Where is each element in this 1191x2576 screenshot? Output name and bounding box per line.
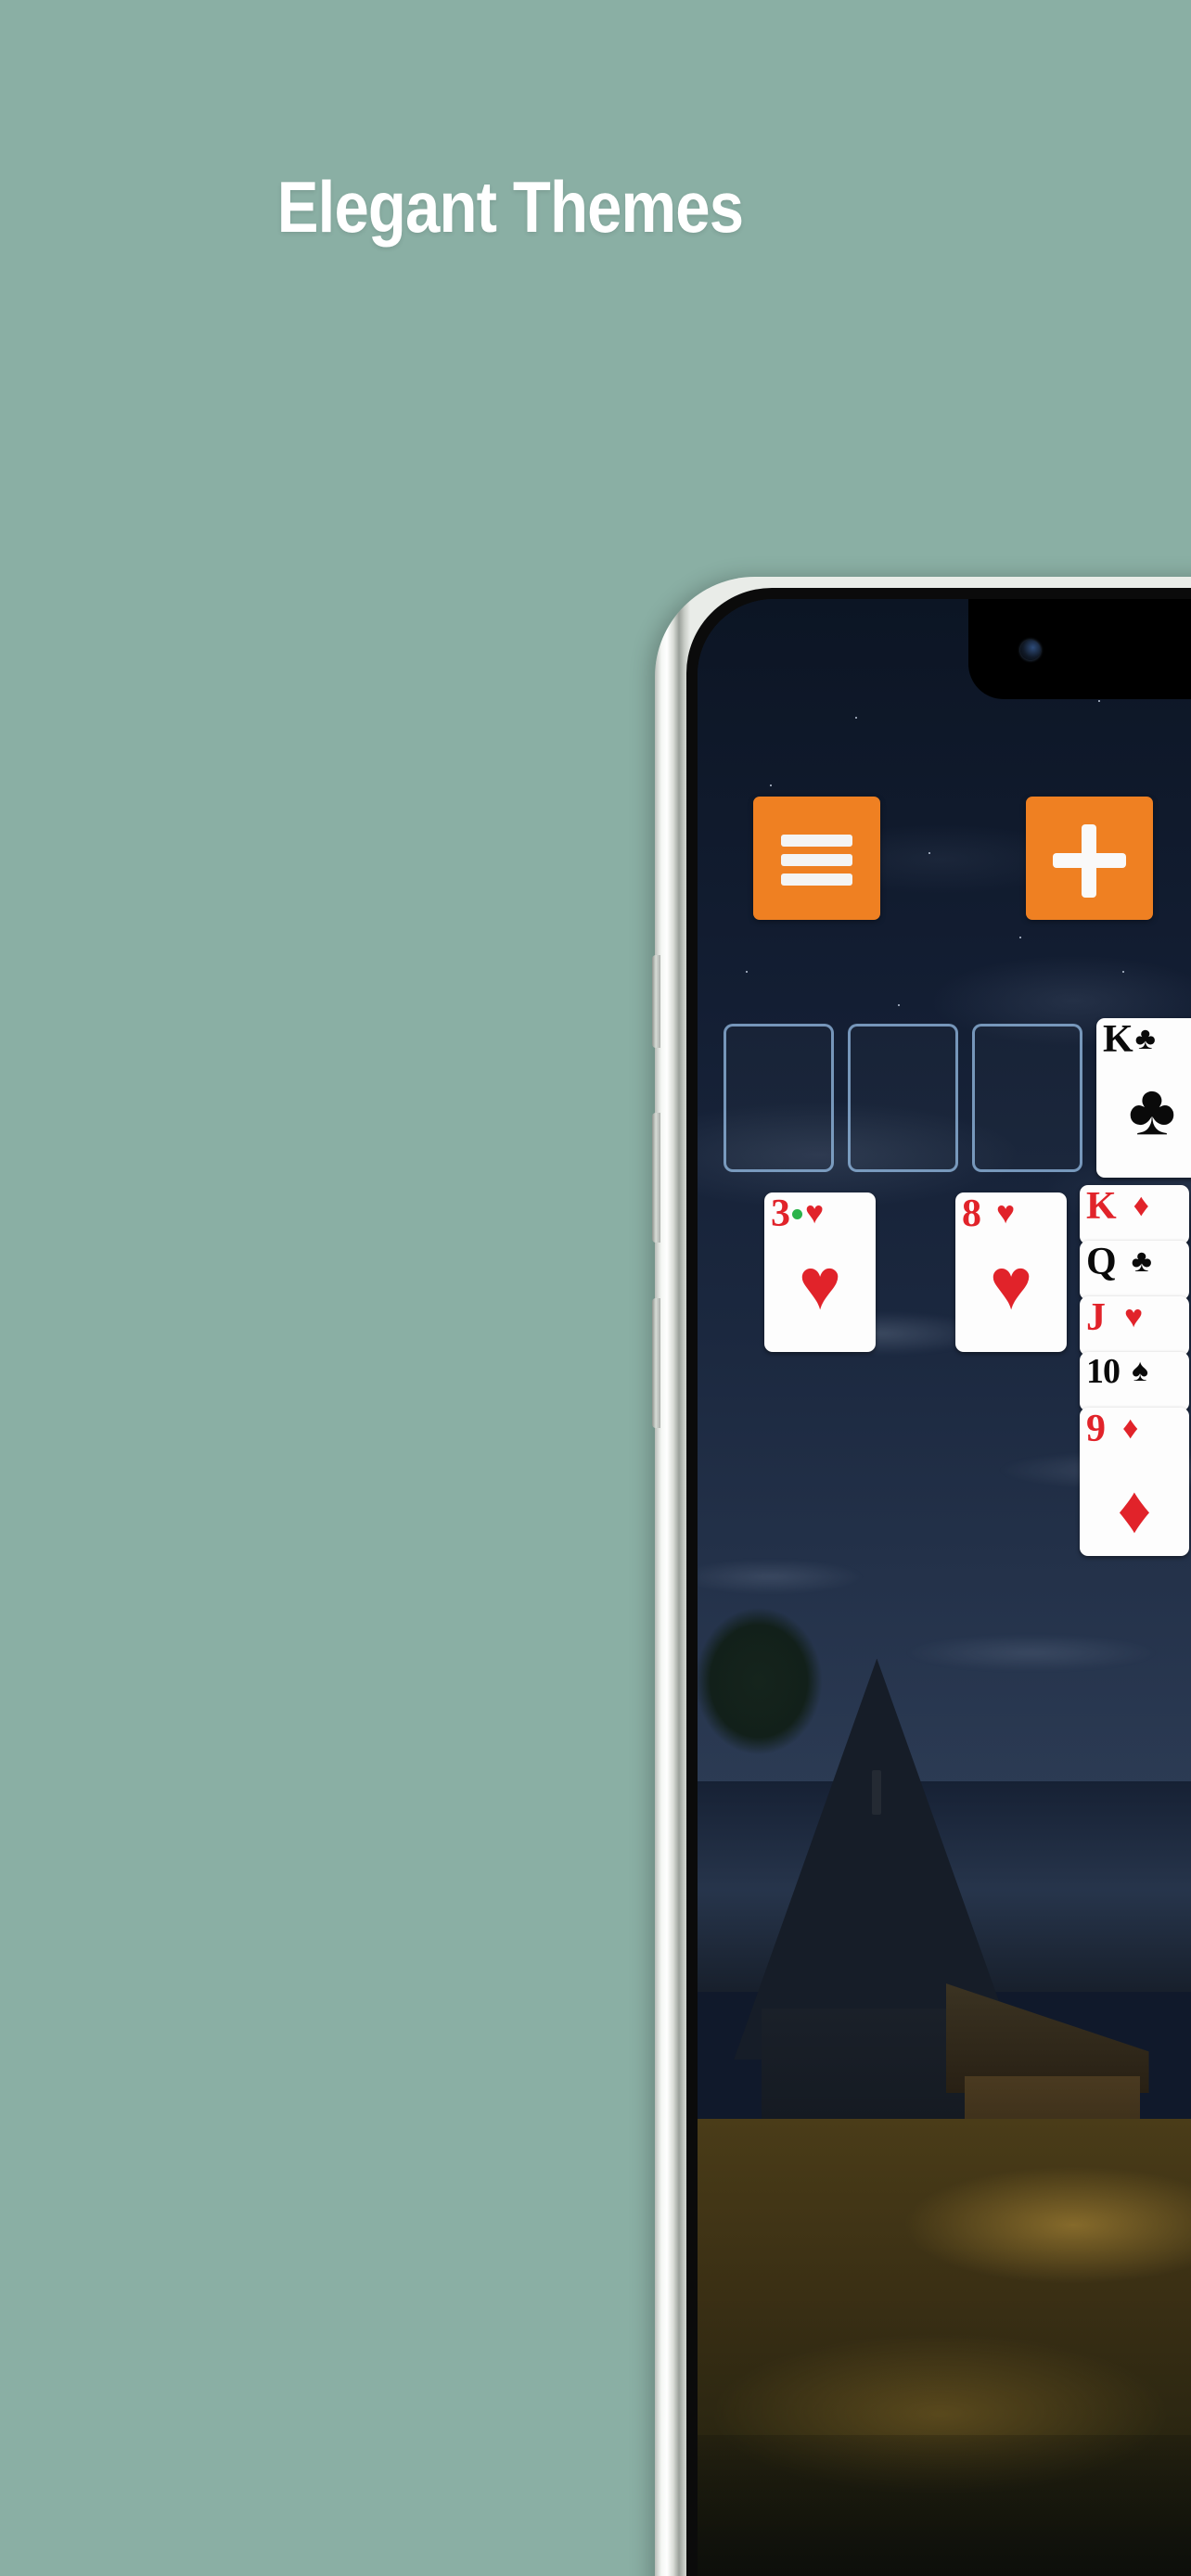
- card-corner-label: J ♥: [1086, 1296, 1144, 1339]
- card-corner-label: 8 ♥: [962, 1192, 1016, 1235]
- card-center-pip: ♣: [1128, 1068, 1176, 1151]
- phone-bezel: K ♣ ♣ 3 ♥ ♥ 8 ♥ ♥ K ♦ Q ♣ J ♥ 10 ♠ 9 ♦ ♦: [686, 588, 1191, 2576]
- menu-button[interactable]: [753, 797, 880, 920]
- hamburger-menu-icon-bar: [781, 854, 852, 866]
- phone-screen: K ♣ ♣ 3 ♥ ♥ 8 ♥ ♥ K ♦ Q ♣ J ♥ 10 ♠ 9 ♦ ♦: [698, 599, 1191, 2576]
- tableau-card-10-spades[interactable]: 10 ♠: [1080, 1352, 1189, 1411]
- grass-shadow: [698, 2435, 1191, 2576]
- card-corner-label: K ♦: [1086, 1185, 1150, 1228]
- hamburger-menu-icon: [781, 835, 852, 847]
- hint-dot-icon: [792, 1208, 802, 1219]
- phone-device-mockup: K ♣ ♣ 3 ♥ ♥ 8 ♥ ♥ K ♦ Q ♣ J ♥ 10 ♠ 9 ♦ ♦: [652, 577, 1191, 2576]
- add-button[interactable]: [1026, 797, 1153, 920]
- foundation-slot-3[interactable]: [972, 1024, 1082, 1172]
- card-corner-label: K ♣: [1103, 1018, 1156, 1061]
- foundation-card-king-clubs[interactable]: K ♣ ♣: [1096, 1018, 1191, 1178]
- front-camera-icon: [1020, 640, 1041, 660]
- card-center-pip: ♦: [1117, 1473, 1152, 1548]
- tableau-card-queen-clubs[interactable]: Q ♣: [1080, 1241, 1189, 1300]
- tableau-card-8-hearts[interactable]: 8 ♥ ♥: [955, 1192, 1067, 1352]
- tableau-card-king-diamonds[interactable]: K ♦: [1080, 1185, 1189, 1244]
- card-corner-label: 3 ♥: [771, 1192, 825, 1235]
- silent-switch[interactable]: [652, 955, 660, 1048]
- plus-icon-bar: [1082, 824, 1096, 898]
- card-corner-label: 9 ♦: [1086, 1408, 1139, 1450]
- page-title: Elegant Themes: [276, 166, 744, 248]
- volume-up-button[interactable]: [652, 1113, 660, 1243]
- tableau-card-jack-hearts[interactable]: J ♥: [1080, 1296, 1189, 1356]
- card-center-pip: ♥: [798, 1243, 842, 1325]
- tableau-card-3-hearts[interactable]: 3 ♥ ♥: [764, 1192, 876, 1352]
- phone-notch: [968, 599, 1191, 699]
- foundation-slot-2[interactable]: [848, 1024, 958, 1172]
- card-corner-label: Q ♣: [1086, 1241, 1152, 1283]
- volume-down-button[interactable]: [652, 1298, 660, 1428]
- card-center-pip: ♥: [989, 1243, 1033, 1325]
- foundation-slot-1[interactable]: [724, 1024, 834, 1172]
- card-corner-label: 10 ♠: [1086, 1352, 1149, 1391]
- tableau-card-9-diamonds[interactable]: 9 ♦ ♦: [1080, 1408, 1189, 1556]
- treeline-silhouette: [698, 1569, 864, 1755]
- hamburger-menu-icon-bar: [781, 874, 852, 886]
